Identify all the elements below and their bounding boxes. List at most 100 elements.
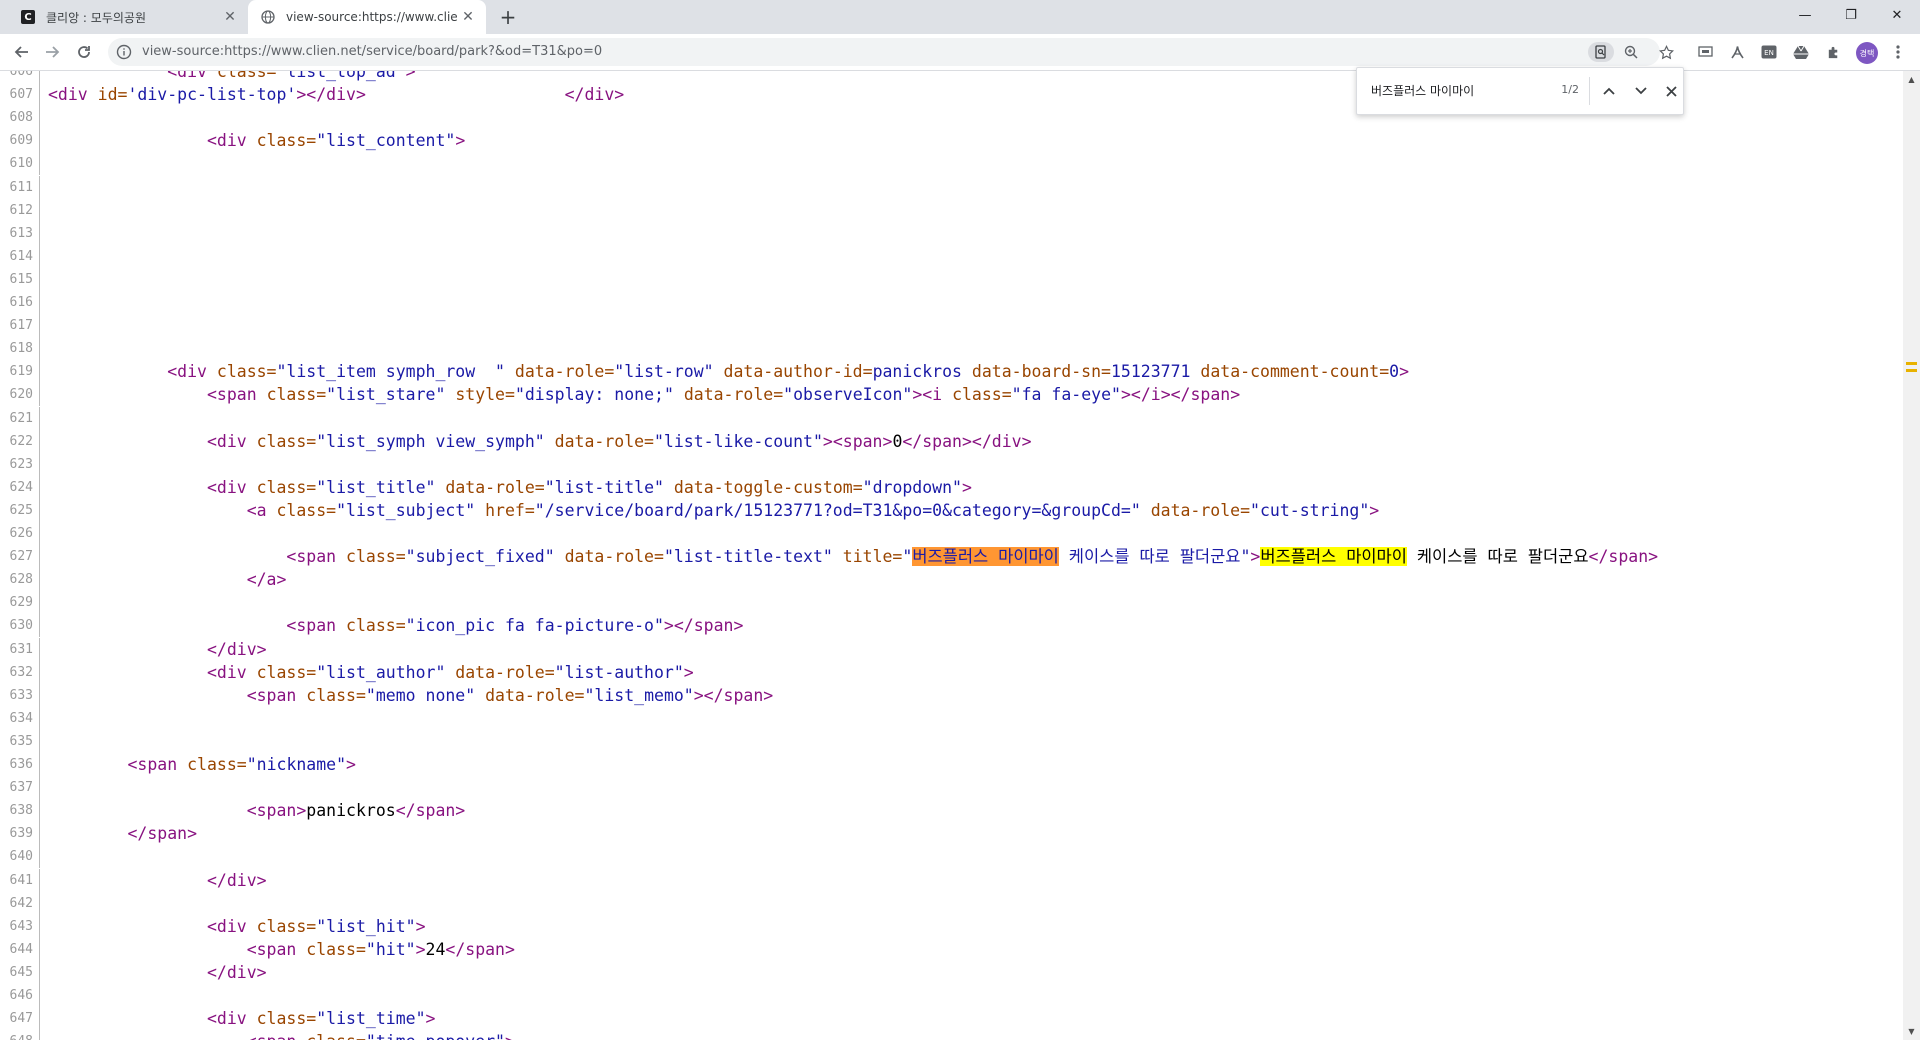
line-number: 615: [0, 267, 40, 291]
source-token: "list-title": [544, 477, 664, 497]
line-number: 609: [0, 129, 40, 153]
source-token: </span>: [395, 801, 466, 821]
source-token: class=: [256, 431, 317, 451]
close-tab-icon[interactable]: ✕: [458, 7, 478, 27]
restore-button[interactable]: ❐: [1828, 0, 1874, 30]
line-number: 620: [0, 383, 40, 407]
bookmark-star-icon[interactable]: [1656, 42, 1676, 62]
translate-extension-icon[interactable]: EN: [1759, 42, 1779, 62]
cast-icon[interactable]: [1695, 42, 1715, 62]
source-token: <div: [206, 477, 257, 497]
close-tab-icon[interactable]: ✕: [220, 7, 240, 27]
source-token: [48, 801, 247, 820]
line-number: 632: [0, 660, 40, 684]
arrow-left-icon: [14, 46, 28, 58]
close-icon: [1665, 85, 1677, 97]
source-token: <span: [286, 616, 347, 636]
scroll-up-arrow-icon[interactable]: ▲: [1903, 71, 1920, 88]
profile-avatar[interactable]: 경택: [1856, 42, 1878, 64]
source-token: "icon_pic fa fa-picture-o": [405, 616, 664, 636]
source-token: </span></div>: [902, 431, 1032, 451]
scroll-down-arrow-icon[interactable]: ▼: [1903, 1023, 1920, 1040]
source-line: 621: [0, 406, 1903, 430]
back-button[interactable]: [8, 38, 36, 66]
source-token: class=: [266, 385, 327, 405]
line-number: 616: [0, 291, 40, 314]
source-token: class=: [187, 755, 247, 774]
line-number: 629: [0, 591, 40, 615]
drive-extension-icon[interactable]: [1791, 42, 1811, 62]
source-token: id=: [97, 85, 128, 105]
pdf-extension-icon[interactable]: [1727, 42, 1747, 62]
line-number: 622: [0, 429, 40, 453]
line-number: 611: [0, 175, 40, 199]
source-token: "list_time": [316, 1009, 426, 1029]
source-token: "list_author": [316, 662, 446, 682]
info-icon[interactable]: [116, 44, 132, 60]
source-token: panickros: [306, 801, 396, 821]
source-line: 620 <span class="list_stare" style="disp…: [0, 383, 1903, 407]
vertical-scrollbar[interactable]: ▲ ▼: [1903, 71, 1920, 1040]
source-line: 638 <span>panickros</span>: [0, 799, 1903, 823]
tab-view-source[interactable]: view-source:https://www.clien.ne ✕: [248, 0, 486, 34]
line-number: 625: [0, 498, 40, 522]
find-in-page-icon[interactable]: [1588, 42, 1614, 62]
line-number: 621: [0, 406, 40, 430]
source-line: 642: [0, 891, 1903, 915]
source-token: data-board-sn=: [961, 362, 1111, 382]
source-token: 케이스를 따로 팔더군요: [1406, 547, 1589, 567]
line-number: 634: [0, 706, 40, 730]
source-line: 637: [0, 776, 1903, 800]
line-number: 636: [0, 753, 40, 776]
source-token: class=: [306, 1032, 366, 1040]
source-token: "list-like-count": [654, 431, 823, 451]
source-token: [48, 616, 286, 635]
source-token: class=: [346, 616, 406, 636]
bookmark-star-icon[interactable]: [1635, 42, 1657, 62]
source-token: [48, 362, 167, 381]
find-input[interactable]: 버즈플러스 마이마이: [1371, 82, 1531, 99]
source-token: <span: [286, 547, 347, 567]
tab-title: view-source:https://www.clien.ne: [286, 10, 458, 24]
tab-clien[interactable]: C 클리앙 : 모두의공원 ✕: [8, 0, 248, 34]
find-previous-button[interactable]: [1597, 79, 1621, 103]
source-token: ": [902, 547, 913, 567]
source-token: "dropdown": [862, 477, 962, 497]
address-bar[interactable]: view-source:https://www.clien.net/servic…: [108, 38, 1660, 66]
extensions-puzzle-icon[interactable]: [1823, 42, 1843, 62]
source-token: data-role=: [1140, 500, 1251, 520]
find-close-button[interactable]: [1659, 79, 1683, 103]
reload-button[interactable]: [70, 38, 98, 66]
source-token: "observeIcon": [783, 385, 913, 405]
source-token: <div: [206, 131, 257, 151]
source-token: [48, 71, 167, 81]
source-line: 641 </div>: [0, 868, 1903, 892]
source-token: class=: [306, 939, 366, 959]
source-line: 626: [0, 522, 1903, 545]
source-token: "list_content": [316, 131, 456, 151]
new-tab-button[interactable]: +: [496, 5, 520, 29]
minimize-button[interactable]: —: [1782, 0, 1828, 30]
line-number: 640: [0, 845, 40, 869]
line-number: 645: [0, 960, 40, 984]
line-number: 630: [0, 614, 40, 638]
svg-text:EN: EN: [1764, 49, 1774, 57]
source-token: 케이스를 따로 팔더군요": [1058, 547, 1251, 567]
source-token: [48, 131, 207, 150]
source-token: >: [415, 916, 426, 936]
url-text[interactable]: view-source:https://www.clien.net/servic…: [142, 44, 602, 59]
line-number: 639: [0, 822, 40, 846]
line-number: 635: [0, 729, 40, 753]
close-window-button[interactable]: ✕: [1874, 0, 1920, 30]
forward-button[interactable]: [38, 38, 66, 66]
source-token: [366, 85, 565, 104]
source-line: 630 <span class="icon_pic fa fa-picture-…: [0, 614, 1903, 638]
source-token: title=: [832, 547, 903, 567]
line-number: 628: [0, 568, 40, 592]
menu-kebab-icon[interactable]: [1888, 42, 1908, 62]
find-next-button[interactable]: [1629, 79, 1653, 103]
line-number: 631: [0, 637, 40, 661]
source-token: </span>: [127, 824, 198, 844]
globe-icon: [260, 9, 276, 25]
chevron-up-icon: [1603, 87, 1615, 95]
